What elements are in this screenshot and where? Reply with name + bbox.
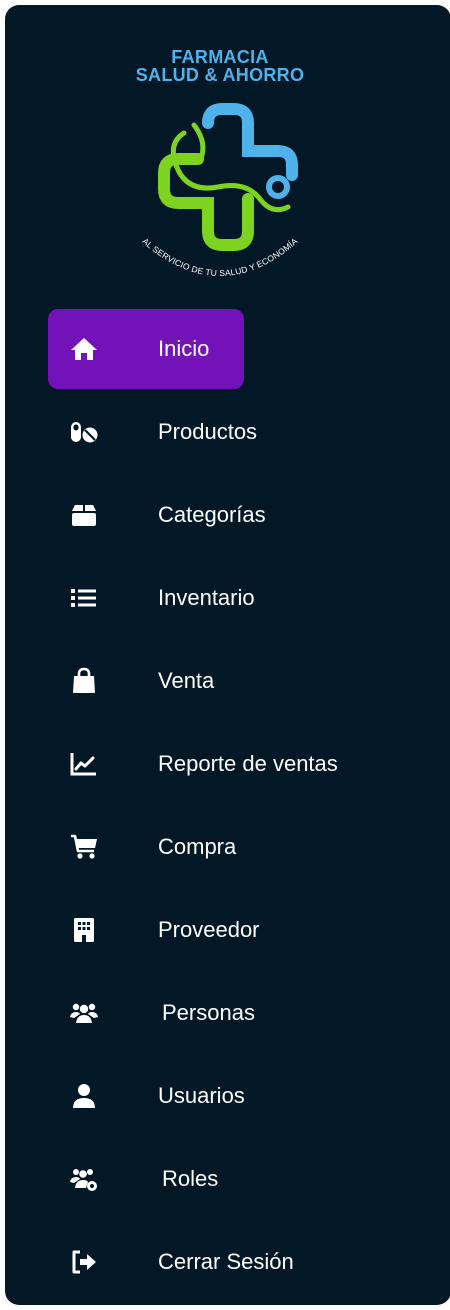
sidebar-item-label: Productos	[158, 419, 258, 444]
brand-tagline: AL SERVICIO DE TU SALUD Y ECONOMÍA	[140, 236, 299, 278]
sidebar-item-usuarios[interactable]: Usuarios	[48, 1056, 245, 1136]
sidebar-item-proveedor[interactable]: Proveedor	[48, 890, 260, 970]
sidebar-item-label: Cerrar Sesión	[158, 1249, 294, 1274]
sidebar-item-reporte-de-ventas[interactable]: Reporte de ventas	[48, 724, 338, 804]
sidebar-item-label: Usuarios	[158, 1083, 245, 1108]
sidebar-item-cerrar-sesion[interactable]: Cerrar Sesión	[48, 1222, 294, 1302]
brand-name-line-1: FARMACIA	[171, 47, 269, 67]
sidebar-item-venta[interactable]: Venta	[48, 641, 244, 721]
home-icon	[70, 335, 98, 363]
sidebar-item-label: Inicio	[158, 336, 210, 361]
shopping-cart-icon	[70, 833, 98, 861]
sidebar-item-inicio[interactable]: Inicio	[48, 309, 244, 389]
user-icon	[70, 1082, 98, 1110]
sidebar-item-personas[interactable]: Personas	[48, 973, 255, 1053]
building-icon	[70, 916, 98, 944]
sidebar-item-label: Categorías	[158, 502, 266, 527]
chart-line-icon	[70, 750, 98, 778]
sidebar-item-label: Personas	[162, 1000, 255, 1025]
users-gear-icon	[70, 1165, 98, 1193]
sidebar-item-inventario[interactable]: Inventario	[48, 558, 255, 638]
sidebar-item-categorias[interactable]: Categorías	[48, 475, 266, 555]
sidebar-item-compra[interactable]: Compra	[48, 807, 244, 887]
sidebar-item-label: Reporte de ventas	[158, 751, 338, 776]
sidebar-item-roles[interactable]: Roles	[48, 1139, 244, 1219]
users-icon	[70, 999, 98, 1027]
tagline-arc: AL SERVICIO DE TU SALUD Y ECONOMÍA	[140, 236, 299, 278]
sidebar-item-productos[interactable]: Productos	[48, 392, 257, 472]
brand-name-line-2: SALUD & AHORRO	[135, 65, 305, 85]
box-icon	[70, 501, 98, 529]
pills-icon	[70, 418, 98, 446]
shopping-bag-icon	[70, 667, 98, 695]
sidebar: FARMACIA SALUD & AHORRO AL SERVICIO DE T…	[5, 5, 450, 1305]
sidebar-item-label: Venta	[158, 668, 215, 693]
sign-out-icon	[70, 1248, 98, 1276]
pharmacy-logo: FARMACIA SALUD & AHORRO AL SERVICIO DE T…	[110, 41, 330, 303]
sidebar-item-label: Proveedor	[158, 917, 260, 942]
list-icon	[70, 584, 98, 612]
svg-text:AL SERVICIO DE TU SALUD Y ECON: AL SERVICIO DE TU SALUD Y ECONOMÍA	[140, 236, 299, 278]
sidebar-item-label: Roles	[162, 1166, 219, 1191]
sidebar-item-label: Compra	[158, 834, 237, 859]
sidebar-item-label: Inventario	[158, 585, 255, 610]
